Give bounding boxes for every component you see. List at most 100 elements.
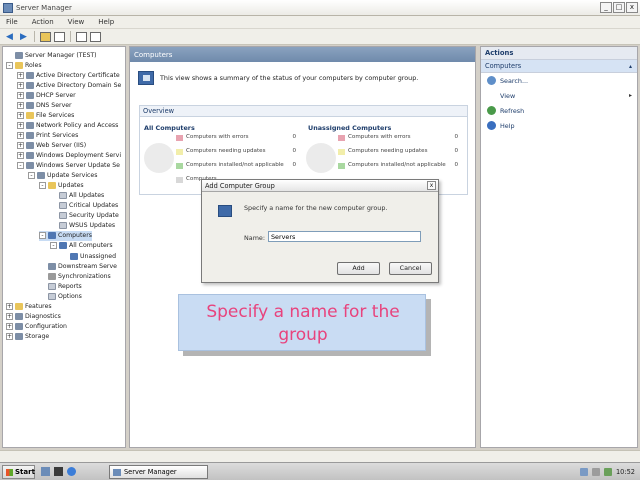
stat-row[interactable]: Computers with errors 0 bbox=[176, 134, 296, 141]
tree-item[interactable]: Reports bbox=[39, 281, 82, 291]
network-icon[interactable] bbox=[579, 468, 588, 476]
dialog-close-button[interactable]: x bbox=[427, 181, 436, 190]
stat-row[interactable]: Computers installed/not applicable 0 bbox=[176, 162, 296, 169]
tree-item[interactable]: + DHCP Server bbox=[17, 90, 76, 100]
tree-item[interactable]: + Network Policy and Access bbox=[17, 120, 118, 130]
maximize-button[interactable]: □ bbox=[613, 2, 625, 13]
properties-icon[interactable] bbox=[90, 31, 101, 42]
tree-item[interactable]: Security Update bbox=[50, 211, 119, 221]
menu-action[interactable]: Action bbox=[32, 18, 54, 26]
action-item[interactable]: View ▸ bbox=[481, 88, 637, 103]
expand-icon[interactable]: + bbox=[17, 131, 24, 139]
stat-row[interactable]: Computers installed/not applicable 0 bbox=[338, 162, 458, 169]
action-item[interactable]: Refresh bbox=[481, 103, 637, 118]
tree-item[interactable]: WSUS Updates bbox=[50, 221, 115, 231]
expand-icon[interactable]: + bbox=[6, 322, 13, 330]
tree-item[interactable]: Synchronizations bbox=[39, 271, 111, 281]
volume-icon[interactable] bbox=[591, 468, 600, 476]
tree-item[interactable]: - Update Services bbox=[28, 171, 97, 181]
legend-swatch bbox=[338, 149, 345, 155]
help-book-icon[interactable] bbox=[76, 31, 87, 42]
security-icon[interactable] bbox=[603, 468, 612, 476]
forward-arrow-icon[interactable]: ▶ bbox=[18, 31, 29, 42]
content-header: Computers bbox=[130, 47, 475, 62]
tree-item[interactable]: + Active Directory Domain Se bbox=[17, 80, 121, 90]
collapse-icon[interactable]: - bbox=[17, 162, 24, 170]
collapse-icon[interactable]: - bbox=[28, 172, 35, 180]
minimize-button[interactable]: _ bbox=[600, 2, 612, 13]
expand-icon[interactable]: + bbox=[17, 121, 24, 129]
cancel-button[interactable]: Cancel bbox=[389, 262, 432, 275]
tree-item[interactable]: + Features bbox=[6, 301, 52, 311]
tree-item[interactable]: + Configuration bbox=[6, 321, 67, 331]
actions-section-computers[interactable]: Computers ▴ bbox=[481, 60, 637, 73]
tree-item[interactable]: - Windows Server Update Se bbox=[17, 161, 120, 171]
tree-item[interactable]: + Storage bbox=[6, 331, 49, 341]
clock[interactable]: 10:52 bbox=[616, 468, 635, 476]
tree-item[interactable]: Options bbox=[39, 291, 82, 301]
tree-item[interactable]: Unassigned bbox=[61, 251, 116, 261]
add-button[interactable]: Add bbox=[337, 262, 380, 275]
expand-icon[interactable]: + bbox=[17, 91, 24, 99]
tree-item[interactable]: + Web Server (IIS) bbox=[17, 140, 86, 150]
stat-row[interactable]: Computers needing updates 0 bbox=[176, 148, 296, 155]
expand-icon[interactable]: + bbox=[17, 111, 24, 119]
collapse-icon[interactable]: - bbox=[39, 182, 46, 190]
expand-icon[interactable]: + bbox=[17, 71, 24, 79]
tree-item[interactable]: - Roles bbox=[6, 60, 42, 70]
window-titlebar[interactable]: Server Manager _ □ x bbox=[0, 0, 640, 16]
stat-row[interactable]: Computers with errors 0 bbox=[338, 134, 458, 141]
expand-icon[interactable]: + bbox=[17, 101, 24, 109]
stat-row[interactable]: Computers needing updates 0 bbox=[338, 148, 458, 155]
expand-icon[interactable]: + bbox=[6, 332, 13, 340]
server-icon bbox=[26, 152, 34, 159]
collapse-icon[interactable]: - bbox=[6, 61, 13, 69]
tree-item[interactable]: + DNS Server bbox=[17, 100, 72, 110]
toolbar: ◀ ▶ bbox=[0, 29, 640, 45]
taskbar-server-manager[interactable]: Server Manager bbox=[109, 465, 208, 479]
server-icon bbox=[26, 141, 34, 149]
tree-item[interactable]: + Active Directory Certificate bbox=[17, 70, 120, 80]
tree-item[interactable]: + Diagnostics bbox=[6, 311, 61, 321]
all-computers-title[interactable]: All Computers bbox=[144, 124, 195, 132]
unassigned-computers-title[interactable]: Unassigned Computers bbox=[308, 124, 391, 132]
computer-icon bbox=[48, 232, 56, 240]
expand-icon[interactable]: + bbox=[6, 312, 13, 320]
tree-item[interactable]: - Updates bbox=[39, 181, 84, 191]
expand-icon[interactable]: + bbox=[17, 152, 24, 159]
tree-item[interactable]: Critical Updates bbox=[50, 201, 118, 211]
dialog-titlebar[interactable]: Add Computer Group x bbox=[202, 180, 438, 192]
tree-item[interactable]: Downstream Serve bbox=[39, 261, 117, 271]
help-icon bbox=[487, 121, 496, 130]
tree-item-label: Downstream Serve bbox=[58, 262, 117, 270]
tree-item[interactable]: Server Manager (TEST) bbox=[6, 50, 97, 60]
expand-icon[interactable]: + bbox=[17, 141, 24, 149]
expand-icon[interactable]: + bbox=[17, 81, 24, 89]
summary-row: This view shows a summary of the status … bbox=[138, 71, 418, 85]
menu-view[interactable]: View bbox=[68, 18, 85, 26]
tree-item[interactable]: + Windows Deployment Servi bbox=[17, 151, 121, 161]
close-button[interactable]: x bbox=[626, 2, 638, 13]
group-name-input[interactable] bbox=[268, 231, 421, 242]
tree-item[interactable]: + Print Services bbox=[17, 130, 78, 140]
action-item[interactable]: Help bbox=[481, 118, 637, 133]
show-hide-tree-icon[interactable] bbox=[54, 31, 65, 42]
start-button[interactable]: Start bbox=[2, 465, 35, 479]
server-manager-quicklaunch-icon[interactable] bbox=[41, 467, 50, 476]
name-label: Name: bbox=[244, 234, 266, 242]
expand-icon[interactable]: + bbox=[6, 302, 13, 310]
menu-help[interactable]: Help bbox=[98, 18, 114, 26]
internet-explorer-icon[interactable] bbox=[67, 467, 76, 476]
command-prompt-icon[interactable] bbox=[54, 467, 63, 476]
up-folder-icon[interactable] bbox=[40, 31, 51, 42]
back-arrow-icon[interactable]: ◀ bbox=[4, 31, 15, 42]
tree-item[interactable]: All Updates bbox=[50, 191, 104, 201]
collapse-icon[interactable]: - bbox=[50, 242, 57, 250]
action-item[interactable]: Search... bbox=[481, 73, 637, 88]
collapse-icon[interactable]: - bbox=[39, 232, 46, 240]
tree-item[interactable]: + File Services bbox=[17, 110, 74, 120]
tree-item[interactable]: - Computers bbox=[39, 230, 92, 241]
menu-file[interactable]: File bbox=[6, 18, 18, 26]
navigation-tree[interactable]: Server Manager (TEST) - Roles + Active Direc… bbox=[2, 46, 126, 448]
tree-item[interactable]: - All Computers bbox=[50, 241, 113, 251]
